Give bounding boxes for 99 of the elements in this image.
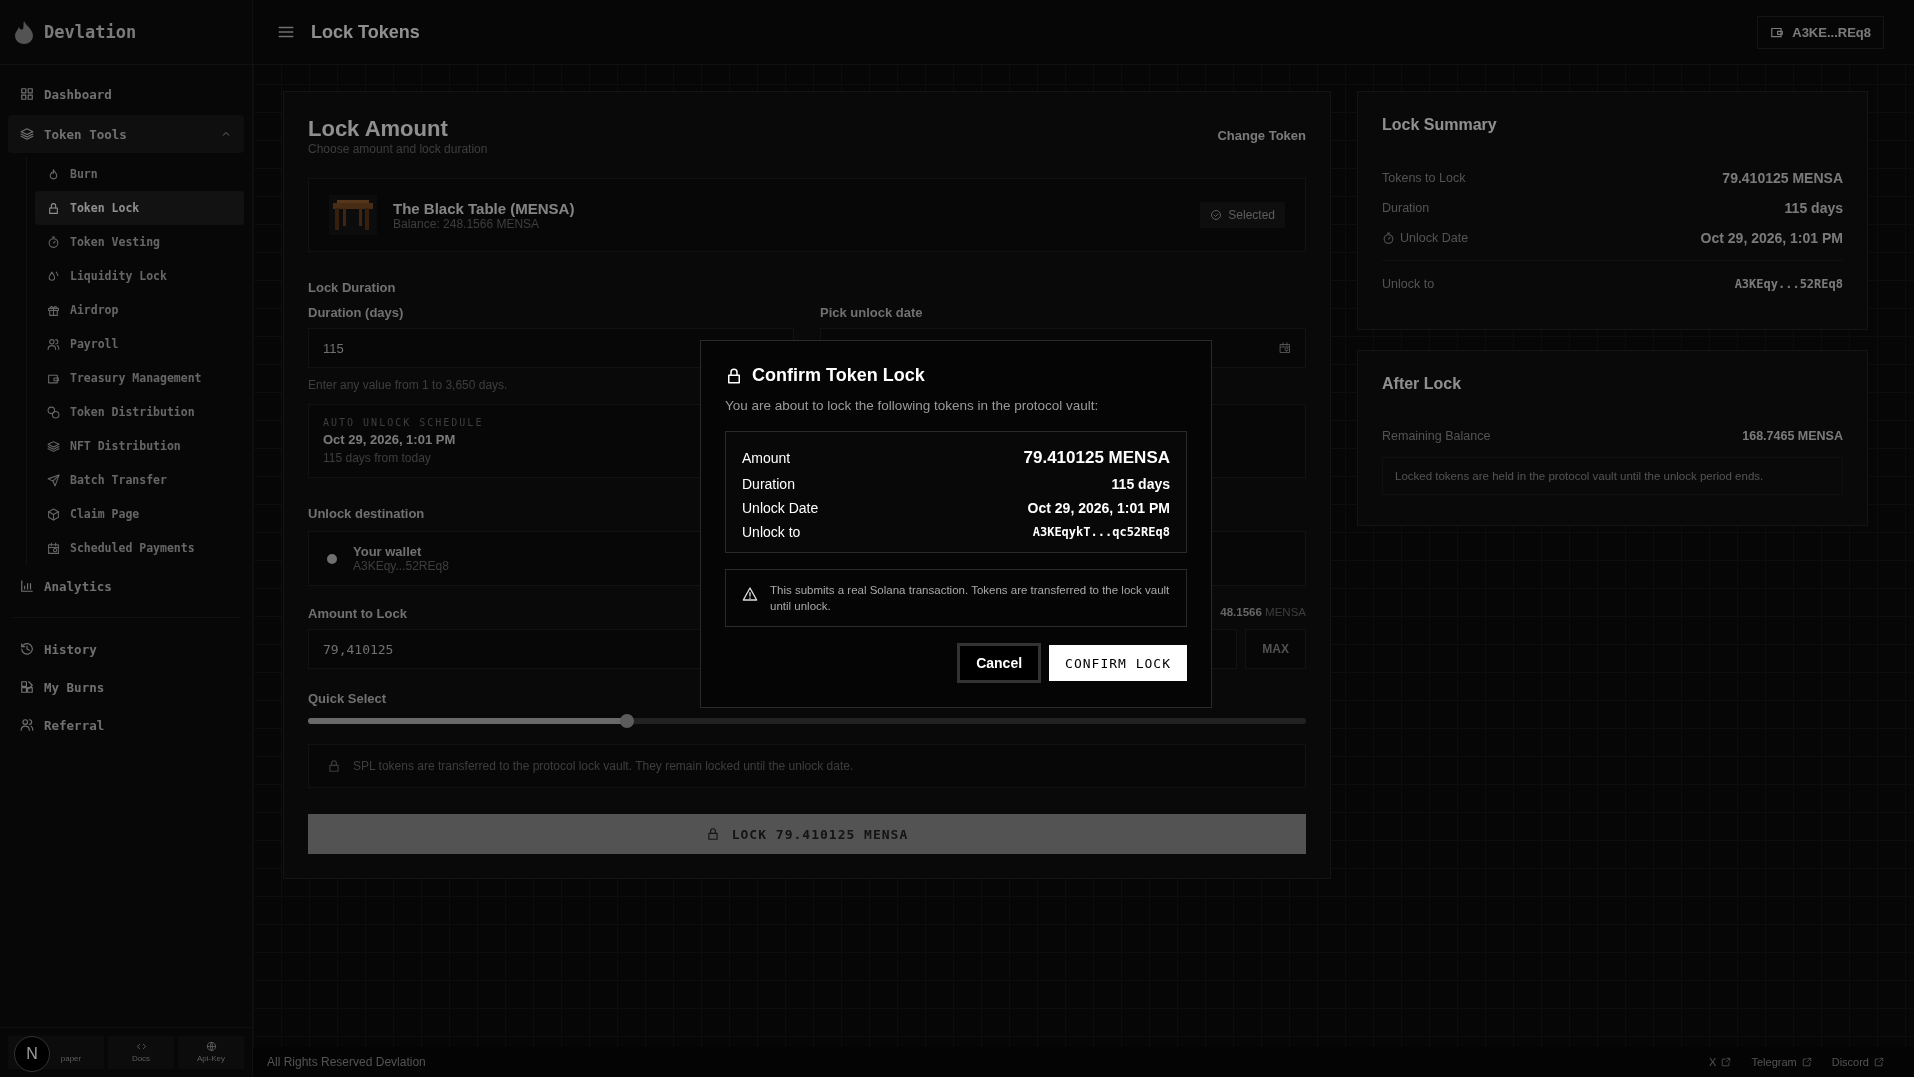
card-title: Lock Summary [1382, 116, 1498, 134]
lock-icon [47, 201, 60, 215]
wallet-button[interactable]: A3KE...REq8 [1757, 15, 1884, 49]
warning-icon [742, 586, 758, 602]
confirm-button[interactable]: CONFIRM LOCK [1049, 645, 1187, 682]
summary-label: Duration [1382, 201, 1430, 215]
card-title: After Lock [1382, 375, 1463, 393]
copyright-text: All Rights Reserved Devlation [267, 1055, 426, 1069]
lock-icon [705, 827, 720, 841]
field-label: Duration (days) [308, 305, 404, 320]
selected-badge: Selected [1200, 202, 1285, 228]
nav-subitem[interactable]: Token Distribution [35, 395, 244, 429]
lock-button[interactable]: LOCK 79.410125 MENSA [308, 814, 1306, 854]
section-heading: Unlock destination [308, 506, 425, 521]
nav-item[interactable]: Referral [8, 708, 244, 742]
summary-value: 79.410125 MENSA [1722, 170, 1843, 186]
nav-item[interactable]: My Burns [8, 670, 244, 704]
note-box: Locked tokens are held in the protocol vault until the unlock period ends. [1382, 457, 1843, 495]
external-link-icon [1874, 1057, 1884, 1067]
blocks-icon [20, 680, 34, 694]
timer-icon [1382, 231, 1395, 245]
timer-icon [47, 235, 60, 249]
nav-item[interactable]: History [8, 632, 244, 666]
dialog-text: You are about to lock the following tokens in the protocol vault: [725, 398, 1100, 413]
layers-icon [47, 439, 60, 453]
nav-group-header[interactable]: Token Tools [8, 115, 244, 153]
nav-subitem[interactable]: NFT Distribution [35, 429, 244, 463]
card-title: Lock Amount [308, 116, 448, 142]
token-name: The Black Table (MENSA) [393, 199, 575, 217]
calendar-icon [47, 541, 60, 555]
cancel-button[interactable]: Cancel [957, 643, 1042, 684]
flame-icon [47, 167, 60, 181]
detail-value: 115 days [1111, 476, 1170, 492]
coins-icon [47, 405, 60, 419]
summary-label: Remaining Balance [1382, 429, 1491, 443]
nav-item[interactable]: Analytics [8, 569, 244, 603]
nav-subitem[interactable]: Treasury Management [35, 361, 244, 395]
lock-icon [725, 366, 743, 385]
detail-value: A3KEqykT...qc52REq8 [1032, 525, 1170, 539]
nav-subitem[interactable]: Token Vesting [35, 225, 244, 259]
lock-icon [327, 759, 341, 773]
droplet-icon [47, 269, 60, 283]
page-title: Lock Tokens [311, 21, 421, 43]
wallet-icon [1770, 25, 1785, 39]
summary-label: Tokens to Lock [1382, 171, 1466, 185]
flame-logo-icon [14, 20, 34, 44]
nav-subitem[interactable]: Batch Transfer [35, 463, 244, 497]
users-icon [20, 718, 34, 732]
option-label: Your wallet [353, 544, 422, 559]
footer-link[interactable]: Api-Key [178, 1036, 244, 1069]
max-button[interactable]: MAX [1245, 629, 1306, 669]
section-heading: Lock Duration [308, 280, 396, 295]
summary-label: Unlock Date [1382, 231, 1469, 245]
summary-value: 168.7465 MENSA [1742, 429, 1843, 443]
detail-label: Duration [742, 476, 795, 492]
warning-text: This submits a real Solana transaction. Tokens are transferred to the lock vault until unlock. [770, 583, 1170, 615]
nav-subitem[interactable]: Claim Page [35, 497, 244, 531]
send-icon [47, 473, 60, 487]
summary-value: Oct 29, 2026, 1:01 PM [1700, 230, 1843, 246]
nav-subitem[interactable]: Airdrop [35, 293, 244, 327]
gift-icon [47, 303, 60, 317]
summary-value: A3KEqy...52REq8 [1734, 277, 1843, 291]
history-icon [20, 642, 34, 656]
schedule-date: Oct 29, 2026, 1:01 PM [323, 432, 456, 447]
footer-link[interactable]: Discord [1831, 1056, 1884, 1068]
detail-label: Unlock Date [742, 500, 819, 516]
radio-button[interactable] [327, 553, 337, 564]
layers-icon [20, 127, 34, 141]
summary-label: Unlock to [1382, 277, 1435, 291]
code-icon [135, 1041, 147, 1052]
change-token-link[interactable]: Change Token [1217, 128, 1306, 143]
nav-subitem[interactable]: Scheduled Payments [35, 531, 244, 565]
detail-value: Oct 29, 2026, 1:01 PM [1027, 500, 1170, 516]
field-label: Pick unlock date [820, 305, 923, 320]
footer-link[interactable]: X [1709, 1056, 1732, 1068]
balance-value: 48.1566 [1220, 606, 1262, 618]
detail-value: 79.410125 MENSA [1023, 448, 1170, 468]
external-link-icon [1721, 1057, 1732, 1067]
detail-label: Unlock to [742, 524, 801, 540]
footer-link[interactable]: Docs [108, 1036, 174, 1069]
footer-link[interactable]: Telegram [1751, 1056, 1812, 1068]
globe-icon [205, 1041, 217, 1052]
calendar-icon [1279, 342, 1291, 354]
grid-icon [20, 87, 34, 101]
nav-item[interactable]: Dashboard [8, 77, 244, 111]
nav-subitem[interactable]: Payroll [35, 327, 244, 361]
bar-chart-icon [20, 579, 34, 593]
detail-label: Amount [742, 450, 791, 466]
dialog-title: Confirm Token Lock [752, 365, 925, 386]
brand-name: Devlation [44, 22, 137, 42]
nav-subitem[interactable]: Token Lock [35, 191, 244, 225]
users-icon [47, 337, 60, 351]
field-label: Amount to Lock [308, 606, 407, 621]
summary-value: 115 days [1784, 200, 1843, 216]
external-link-icon [1801, 1057, 1812, 1067]
nav-subitem[interactable]: Liquidity Lock [35, 259, 244, 293]
box-icon [47, 507, 60, 521]
field-label: Quick Select [308, 691, 387, 706]
nav-subitem[interactable]: Burn [35, 157, 244, 191]
